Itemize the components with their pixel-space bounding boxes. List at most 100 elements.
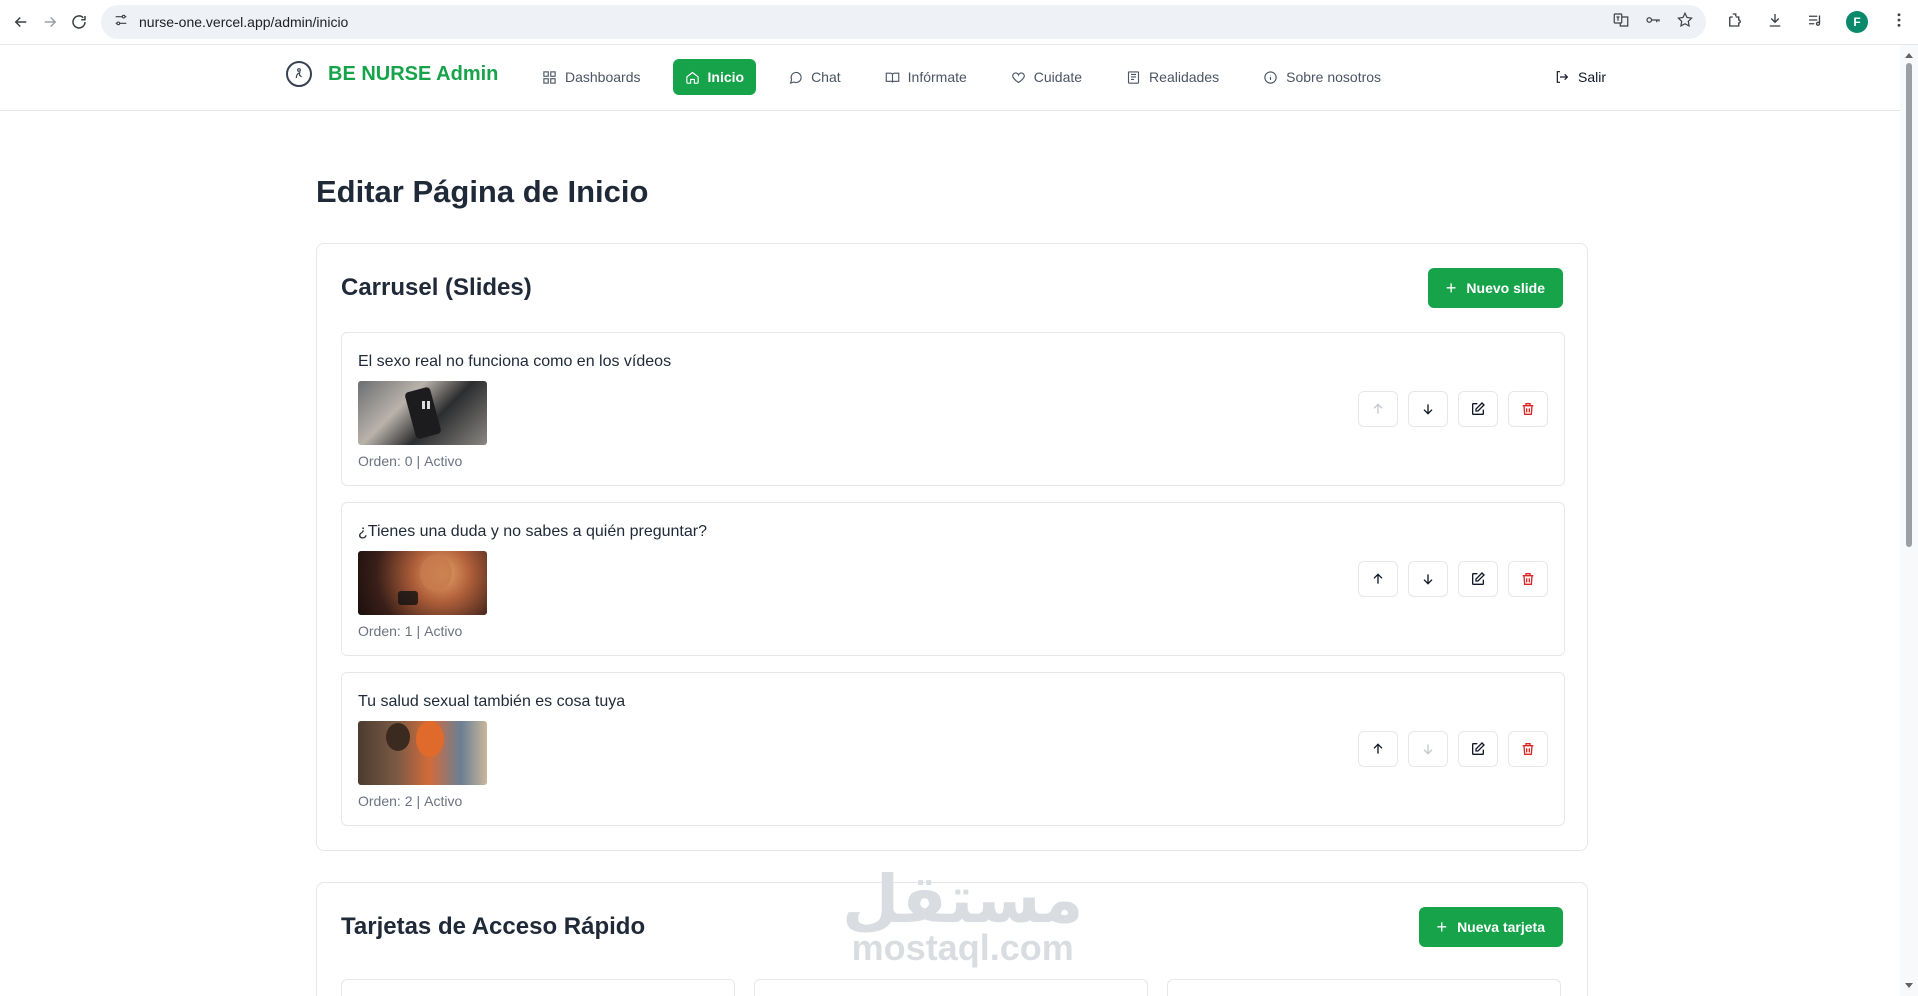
arrow-up-icon — [1373, 573, 1383, 584]
logout-label: Salir — [1578, 69, 1607, 85]
trash-icon — [1522, 743, 1534, 755]
extensions-icon[interactable] — [1726, 11, 1744, 34]
address-bar[interactable]: nurse-one.vercel.app/admin/inicio — [101, 5, 1706, 39]
brand[interactable]: BE NURSE Admin — [286, 61, 498, 87]
slide-thumbnail — [358, 381, 487, 445]
carrusel-title: Carrusel (Slides) — [341, 274, 532, 301]
meta-separator: | — [416, 793, 421, 809]
nav-realidades[interactable]: Realidades — [1114, 59, 1231, 95]
new-slide-label: Nuevo slide — [1466, 280, 1545, 296]
nav-label: Infórmate — [907, 69, 967, 85]
move-down-button[interactable] — [1408, 391, 1448, 427]
tarjetas-card: Tarjetas de Acceso Rápido + Nueva tarjet… — [316, 882, 1588, 996]
grid-icon — [543, 70, 556, 84]
meta-separator: | — [416, 453, 421, 469]
trash-icon — [1522, 403, 1534, 415]
nav-cuidate[interactable]: Cuidate — [999, 59, 1094, 95]
slide-status: Activo — [424, 623, 463, 639]
new-card-button[interactable]: + Nueva tarjeta — [1418, 907, 1563, 947]
quick-access-card[interactable] — [754, 979, 1148, 996]
slide-item: Tu salud sexual también es cosa tuya Ord… — [341, 672, 1565, 826]
slide-item: ¿Tienes una duda y no sabes a quién preg… — [341, 502, 1565, 656]
carrusel-card: Carrusel (Slides) + Nuevo slide El sexo … — [316, 243, 1588, 851]
info-icon — [1264, 70, 1277, 84]
edit-icon — [1472, 742, 1485, 755]
page-scrollbar[interactable] — [1900, 45, 1918, 996]
nav-inicio[interactable]: Inicio — [672, 59, 757, 95]
slide-title: El sexo real no funciona como en los víd… — [358, 353, 672, 370]
slide-order: Orden: 2 — [358, 793, 413, 809]
quick-access-card[interactable] — [1167, 979, 1561, 996]
browser-toolbar: nurse-one.vercel.app/admin/inicio F — [0, 0, 1918, 45]
slide-item: El sexo real no funciona como en los víd… — [341, 332, 1565, 486]
new-card-label: Nueva tarjeta — [1457, 919, 1545, 935]
site-settings-icon[interactable] — [113, 12, 129, 33]
arrow-up-icon — [1373, 403, 1383, 414]
edit-icon — [1472, 572, 1485, 585]
edit-button[interactable] — [1458, 561, 1498, 597]
translate-icon[interactable] — [1612, 11, 1630, 34]
forward-button[interactable] — [39, 8, 60, 36]
slide-thumbnail — [358, 721, 487, 785]
slide-actions — [1358, 561, 1548, 597]
arrow-down-icon — [1423, 404, 1433, 415]
plus-icon: + — [1436, 917, 1448, 937]
reload-button[interactable] — [68, 8, 89, 36]
back-button[interactable] — [10, 8, 31, 36]
nurse-logo-icon — [286, 61, 312, 87]
nav-label: Dashboards — [565, 69, 641, 85]
brand-name: BE NURSE Admin — [328, 62, 499, 85]
new-slide-button[interactable]: + Nuevo slide — [1427, 268, 1563, 308]
meta-separator: | — [416, 623, 421, 639]
edit-button[interactable] — [1458, 731, 1498, 767]
nav-chat[interactable]: Chat — [776, 59, 853, 95]
slide-actions — [1358, 391, 1548, 427]
media-icon[interactable] — [1806, 11, 1824, 34]
move-down-button[interactable] — [1408, 731, 1448, 767]
slide-order: Orden: 0 — [358, 453, 413, 469]
nav-sobre-nosotros[interactable]: Sobre nosotros — [1251, 59, 1393, 95]
logout-icon — [1556, 71, 1569, 83]
nav-label: Chat — [811, 69, 841, 85]
book-icon — [885, 72, 899, 83]
password-key-icon[interactable] — [1644, 11, 1662, 34]
delete-button[interactable] — [1508, 731, 1548, 767]
nav-label: Cuidate — [1033, 69, 1083, 85]
slide-order: Orden: 1 — [358, 623, 413, 639]
bookmark-star-icon[interactable] — [1676, 11, 1694, 34]
slide-thumbnail — [358, 551, 487, 615]
logout-button[interactable]: Salir — [1548, 59, 1612, 95]
arrow-down-icon — [1423, 574, 1433, 585]
scroll-up-icon[interactable] — [1904, 51, 1914, 59]
slide-status: Activo — [424, 793, 463, 809]
nav-dashboards[interactable]: Dashboards — [530, 59, 653, 95]
nav-informate[interactable]: Infórmate — [873, 59, 979, 95]
arrow-right-icon — [44, 16, 56, 28]
move-up-button[interactable] — [1358, 561, 1398, 597]
menu-kebab-icon[interactable] — [1890, 11, 1908, 34]
chat-icon — [789, 71, 802, 84]
reload-icon — [71, 15, 86, 29]
move-up-button[interactable] — [1358, 731, 1398, 767]
slide-status: Activo — [424, 453, 463, 469]
arrow-left-icon — [14, 16, 26, 28]
arrow-down-icon — [1423, 744, 1433, 755]
slide-title: ¿Tienes una duda y no sabes a quién preg… — [358, 523, 707, 540]
trash-icon — [1522, 573, 1534, 585]
move-down-button[interactable] — [1408, 561, 1448, 597]
url-text[interactable]: nurse-one.vercel.app/admin/inicio — [139, 14, 1612, 30]
app-header: BE NURSE Admin Dashboards Inicio Chat In… — [0, 45, 1918, 111]
edit-icon — [1472, 402, 1485, 415]
scroll-down-icon[interactable] — [1904, 982, 1914, 990]
delete-button[interactable] — [1508, 561, 1548, 597]
nav-label: Inicio — [707, 69, 745, 85]
download-icon[interactable] — [1766, 11, 1784, 34]
tarjetas-title: Tarjetas de Acceso Rápido — [341, 913, 646, 940]
edit-button[interactable] — [1458, 391, 1498, 427]
newspaper-icon — [1127, 70, 1140, 84]
move-up-button[interactable] — [1358, 391, 1398, 427]
profile-avatar[interactable]: F — [1846, 11, 1868, 33]
quick-access-card[interactable] — [341, 979, 735, 996]
delete-button[interactable] — [1508, 391, 1548, 427]
scrollbar-thumb[interactable] — [1906, 63, 1912, 547]
